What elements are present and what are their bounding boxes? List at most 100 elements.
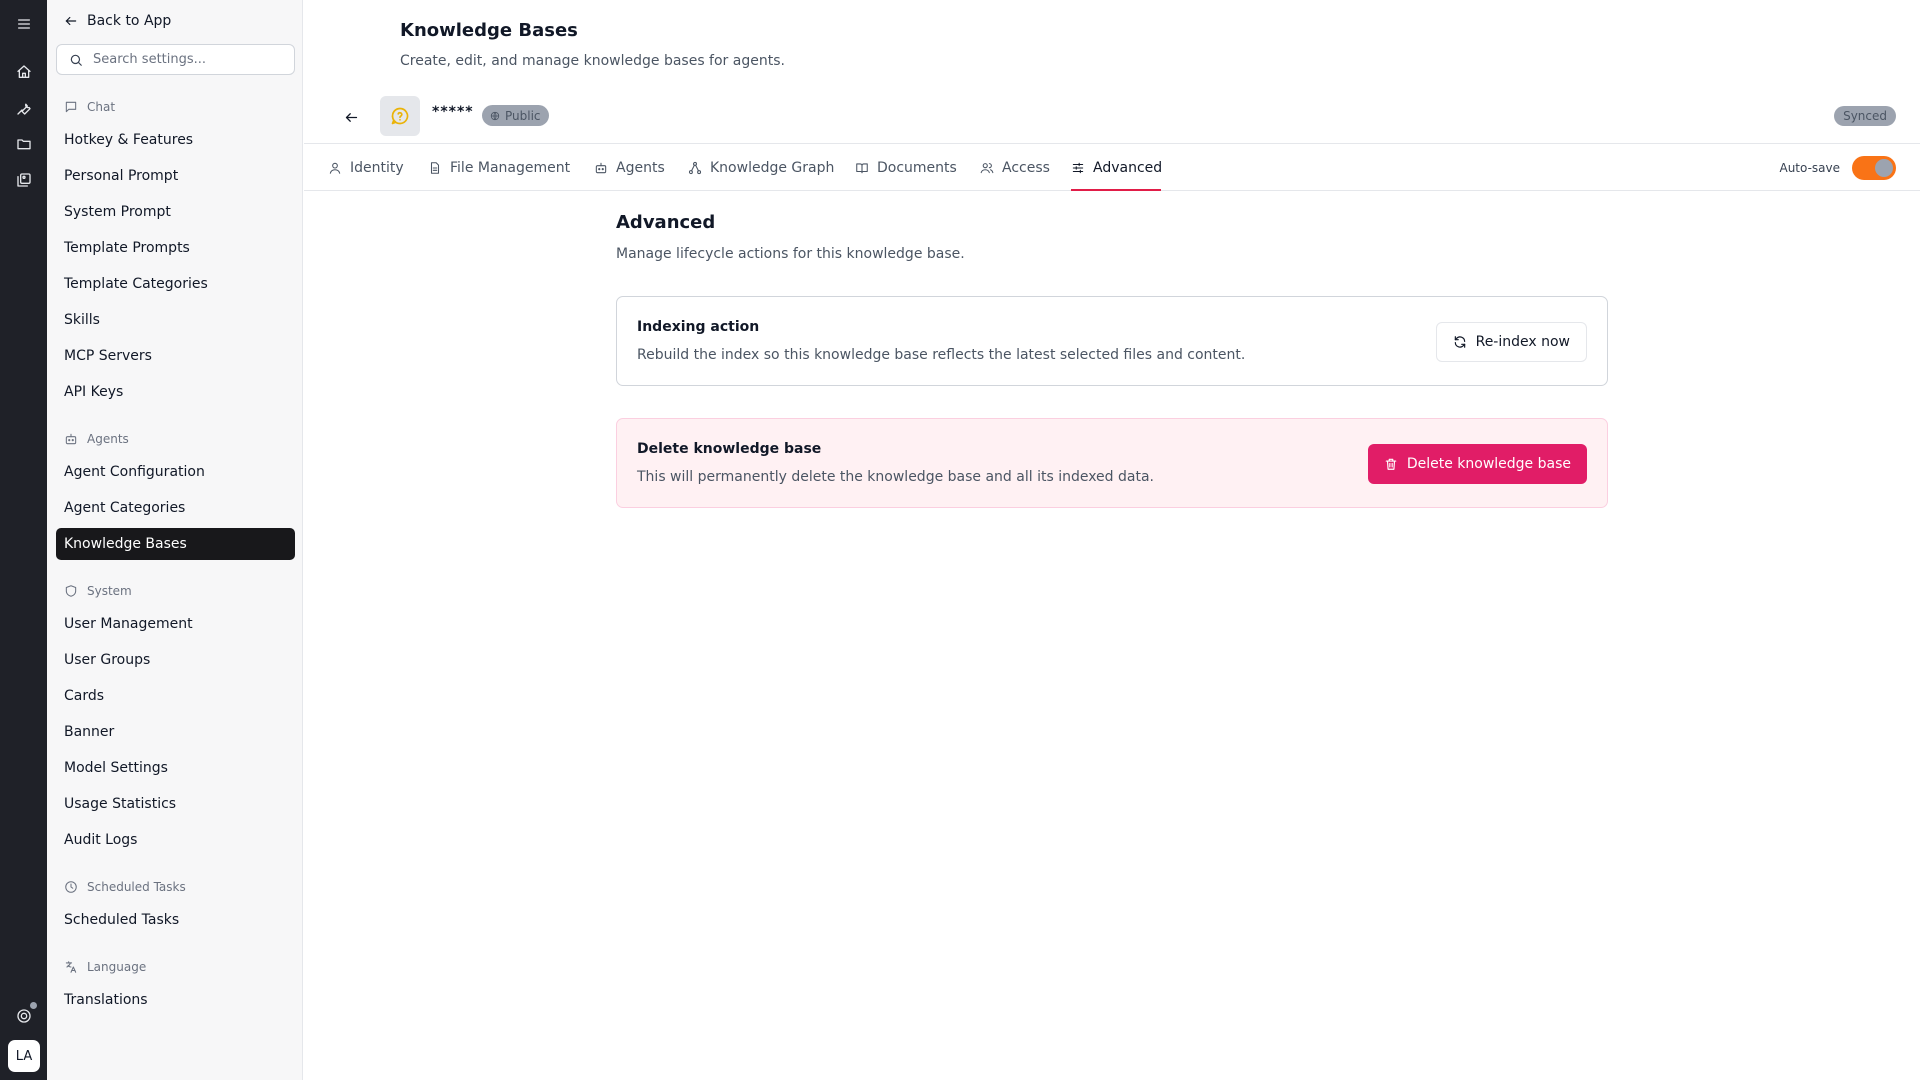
advanced-title: Advanced — [616, 212, 716, 233]
tab-file-management[interactable]: File Management — [428, 144, 570, 191]
help-bubble-icon — [391, 107, 409, 125]
tab-label: Agents — [616, 159, 665, 176]
sidebar-item-personal-prompt[interactable]: Personal Prompt — [56, 160, 295, 192]
advanced-subtitle: Manage lifecycle actions for this knowle… — [616, 246, 965, 262]
settings-sidebar: Back to App Chat Hotkey & Features Perso… — [47, 0, 303, 1080]
tab-identity[interactable]: Identity — [328, 144, 404, 191]
translate-icon — [65, 961, 77, 973]
trash-icon — [1385, 458, 1397, 470]
page-subtitle: Create, edit, and manage knowledge bases… — [400, 53, 785, 69]
sidebar-item-hotkey-features[interactable]: Hotkey & Features — [56, 124, 295, 156]
sidebar-item-template-categories[interactable]: Template Categories — [56, 268, 295, 300]
tab-label: File Management — [450, 159, 571, 176]
sidebar-item-usage-statistics[interactable]: Usage Statistics — [56, 788, 295, 820]
tab-label: Access — [1002, 159, 1050, 176]
globe-icon — [490, 111, 500, 120]
sidebar-item-mcp-servers[interactable]: MCP Servers — [56, 340, 295, 372]
book-open-icon — [856, 162, 868, 173]
indexing-title: Indexing action — [637, 319, 760, 335]
tab-label: Identity — [350, 159, 404, 176]
back-to-app-link[interactable]: Back to App — [64, 13, 171, 29]
autosave-control: Auto-save — [1779, 156, 1896, 180]
refresh-icon — [1454, 336, 1465, 348]
sidebar-item-user-management[interactable]: User Management — [56, 608, 295, 640]
sidebar-item-banner[interactable]: Banner — [56, 716, 295, 748]
shield-icon — [65, 585, 77, 597]
tab-label: Knowledge Graph — [710, 159, 835, 176]
section-title: Language — [87, 960, 147, 974]
visibility-label: Public — [505, 108, 541, 123]
tab-advanced[interactable]: Advanced — [1071, 144, 1162, 191]
chat-icon — [65, 101, 77, 113]
sidebar-item-template-prompts[interactable]: Template Prompts — [56, 232, 295, 264]
reindex-label: Re-index now — [1475, 334, 1570, 350]
sidebar-item-user-groups[interactable]: User Groups — [56, 644, 295, 676]
section-language: Language — [64, 960, 146, 974]
autosave-label: Auto-save — [1779, 161, 1840, 175]
arrow-left-icon — [345, 112, 357, 122]
search-settings[interactable] — [56, 44, 295, 75]
tab-access[interactable]: Access — [980, 144, 1050, 191]
tab-agents[interactable]: Agents — [594, 144, 665, 191]
sidebar-item-agent-categories[interactable]: Agent Categories — [56, 492, 295, 524]
wrench-icon[interactable] — [12, 96, 35, 119]
sidebar-item-agent-configuration[interactable]: Agent Configuration — [56, 456, 295, 488]
page-title: Knowledge Bases — [400, 20, 578, 41]
user-icon — [329, 162, 341, 174]
delete-description: This will permanently delete the knowled… — [637, 469, 1154, 485]
section-system: System — [64, 584, 132, 598]
kb-back-button[interactable] — [340, 106, 362, 128]
section-agents: Agents — [64, 432, 129, 446]
tab-knowledge-graph[interactable]: Knowledge Graph — [688, 144, 834, 191]
users-icon — [980, 162, 994, 173]
indexing-card: Indexing action Rebuild the index so thi… — [616, 296, 1608, 386]
delete-card: Delete knowledge base This will permanen… — [616, 418, 1608, 508]
sidebar-item-translations[interactable]: Translations — [56, 984, 295, 1016]
sidebar-item-knowledge-bases[interactable]: Knowledge Bases — [56, 528, 295, 560]
folder-icon[interactable] — [12, 132, 35, 155]
gallery-icon[interactable] — [12, 168, 35, 191]
kb-avatar — [380, 96, 420, 136]
icon-rail: LA — [0, 0, 47, 1080]
kb-name: ***** — [432, 104, 474, 120]
sidebar-item-skills[interactable]: Skills — [56, 304, 295, 336]
sidebar-item-model-settings[interactable]: Model Settings — [56, 752, 295, 784]
tab-label: Documents — [877, 159, 957, 176]
sidebar-item-scheduled-tasks[interactable]: Scheduled Tasks — [56, 904, 295, 936]
sidebar-item-api-keys[interactable]: API Keys — [56, 376, 295, 408]
delete-title: Delete knowledge base — [637, 441, 822, 457]
menu-icon[interactable] — [12, 12, 35, 35]
sliders-icon — [1072, 162, 1084, 173]
clock-icon — [65, 881, 77, 893]
bot-icon — [65, 433, 77, 445]
section-scheduled-tasks: Scheduled Tasks — [64, 880, 186, 894]
sync-status-badge: Synced — [1834, 106, 1896, 126]
active-tab-indicator — [1071, 189, 1161, 191]
arrow-left-icon — [65, 16, 77, 26]
sidebar-item-system-prompt[interactable]: System Prompt — [56, 196, 295, 228]
delete-kb-button[interactable]: Delete knowledge base — [1367, 444, 1587, 484]
section-title: Agents — [87, 432, 129, 446]
search-input[interactable] — [93, 52, 283, 67]
sidebar-item-cards[interactable]: Cards — [56, 680, 295, 712]
toggle-knob — [1875, 159, 1893, 177]
main-content: Knowledge Bases Create, edit, and manage… — [304, 0, 1920, 1080]
sidebar-item-audit-logs[interactable]: Audit Logs — [56, 824, 295, 856]
section-chat: Chat — [64, 100, 115, 114]
indexing-description: Rebuild the index so this knowledge base… — [637, 347, 1246, 363]
graph-icon — [688, 161, 702, 174]
user-avatar[interactable]: LA — [8, 1040, 40, 1072]
kb-tabs: Identity File Management Agents Knowledg… — [304, 143, 1920, 191]
notification-dot — [30, 1002, 37, 1009]
back-to-app-label: Back to App — [87, 13, 172, 29]
tab-label: Advanced — [1093, 159, 1163, 176]
file-text-icon — [430, 161, 440, 174]
tab-documents[interactable]: Documents — [855, 144, 957, 191]
delete-kb-label: Delete knowledge base — [1406, 456, 1571, 472]
visibility-badge: Public — [482, 105, 549, 126]
reindex-button[interactable]: Re-index now — [1435, 322, 1587, 362]
section-title: Scheduled Tasks — [87, 880, 186, 894]
home-icon[interactable] — [12, 60, 35, 83]
search-icon — [70, 54, 82, 66]
autosave-toggle[interactable] — [1852, 156, 1896, 180]
